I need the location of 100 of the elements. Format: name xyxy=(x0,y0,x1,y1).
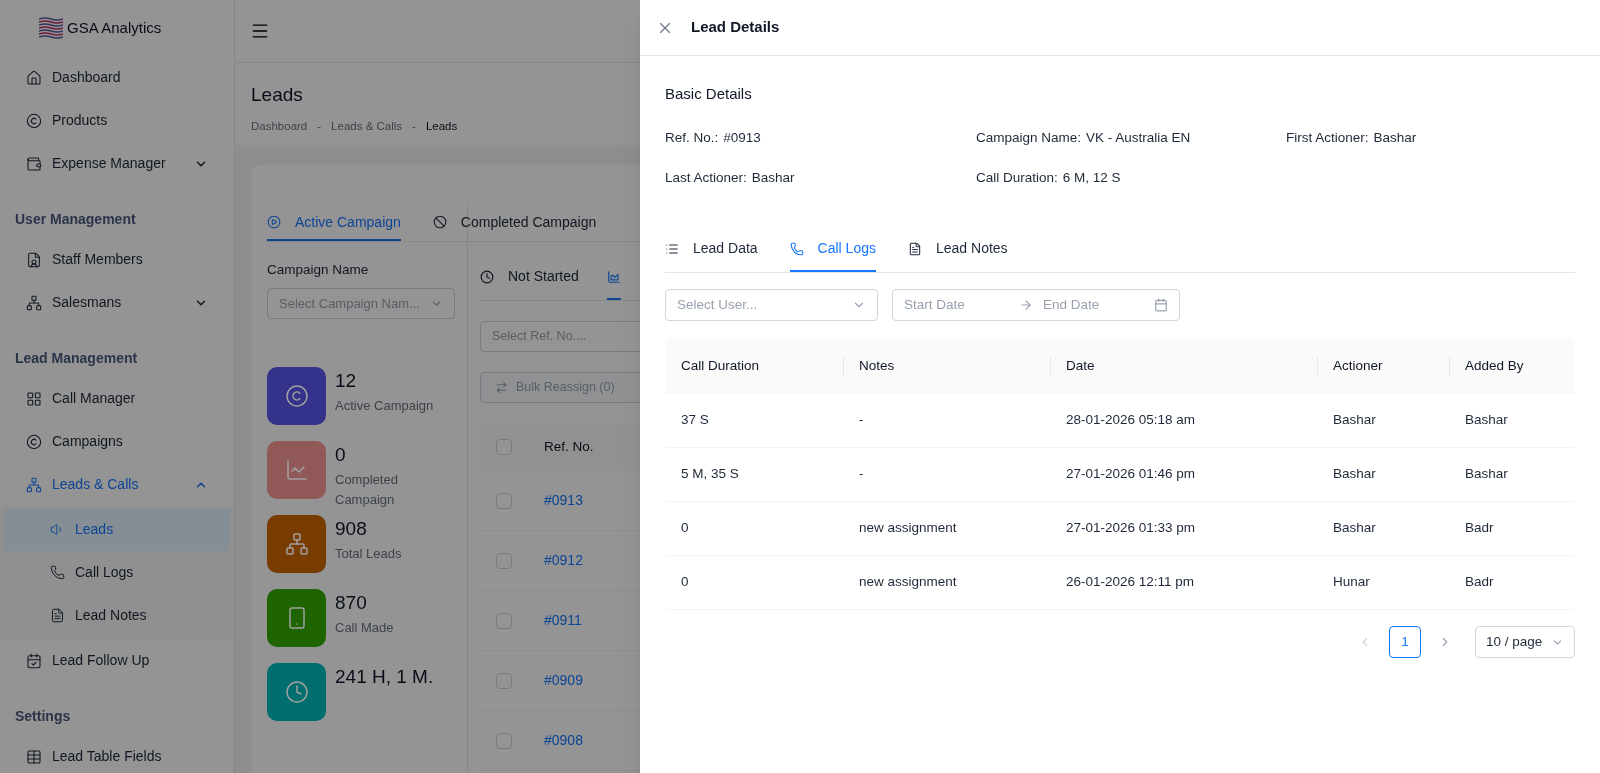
campaign-select[interactable]: Select Campaign Nam... xyxy=(267,288,455,320)
sidebar-item[interactable]: Lead Follow Up xyxy=(4,639,230,682)
stat-value: 0 xyxy=(335,443,347,468)
stat-label: Completed Campaign xyxy=(335,470,399,509)
sidebar-item[interactable]: Campaigns xyxy=(4,420,230,463)
submenu-icon xyxy=(50,608,65,623)
sidebar-item[interactable]: Staff Members xyxy=(4,238,230,281)
campaign-tab[interactable]: Active Campaign xyxy=(267,205,401,241)
column-header: Ref. No. xyxy=(544,437,594,456)
sidebar-item[interactable]: Expense Manager xyxy=(4,142,230,185)
swap-icon xyxy=(495,381,508,394)
table-cell: Bashar xyxy=(1333,520,1376,536)
detail-value: #0913 xyxy=(723,128,761,147)
list-icon xyxy=(665,241,679,256)
table-cell: Bashar xyxy=(1465,412,1508,428)
area-chart-icon xyxy=(606,269,621,284)
table-cell: new assignment xyxy=(859,574,957,590)
menu-item-icon xyxy=(26,748,42,765)
table-cell: - xyxy=(859,412,864,428)
menu-item-icon xyxy=(26,294,42,311)
drawer-tab[interactable]: Lead Data xyxy=(665,227,758,272)
sidebar-item[interactable]: Salesmans xyxy=(4,281,230,324)
play-circle-icon xyxy=(267,215,281,229)
page-button[interactable]: 1 xyxy=(1389,626,1421,658)
submenu-icon xyxy=(50,565,65,580)
user-select[interactable]: Select User... xyxy=(665,289,878,321)
section-title: Basic Details xyxy=(665,84,753,104)
stat-label: Call Made xyxy=(335,618,394,637)
row-checkbox[interactable] xyxy=(496,492,512,509)
breadcrumb-link[interactable]: Dashboard xyxy=(251,117,308,135)
menu-item-icon xyxy=(26,155,42,172)
brand-name: GSA Analytics xyxy=(67,17,162,38)
ref-link[interactable]: #0909 xyxy=(544,670,583,691)
drawer-tab[interactable]: Call Logs xyxy=(789,227,876,272)
menu-item-icon xyxy=(26,251,42,268)
menu-item-icon xyxy=(26,652,42,669)
ref-link[interactable]: #0911 xyxy=(544,610,582,631)
table-cell: 37 S xyxy=(681,412,709,428)
stat-value: 908 xyxy=(335,517,368,542)
submenu-item[interactable]: Lead Notes xyxy=(4,594,230,637)
table-cell: Bashar xyxy=(1333,412,1376,428)
table-cell: Bashar xyxy=(1333,466,1376,482)
submenu-item[interactable]: Call Logs xyxy=(4,551,230,594)
menu-item-icon xyxy=(26,390,42,407)
breadcrumb-link[interactable]: Leads & Calls xyxy=(331,117,403,135)
row-checkbox[interactable] xyxy=(496,672,512,689)
brand-logo-icon xyxy=(39,17,63,39)
field-label: Campaign Name xyxy=(267,261,370,279)
status-tab[interactable]: Not Started xyxy=(480,255,579,300)
stat-value: 870 xyxy=(335,591,368,616)
section-heading: Lead Management xyxy=(14,349,139,368)
phone-icon xyxy=(789,241,804,256)
table-cell: 27-01-2026 01:33 pm xyxy=(1066,520,1196,536)
row-checkbox[interactable] xyxy=(496,732,512,749)
column-header: Call Duration xyxy=(681,357,760,376)
drawer-tab[interactable]: Lead Notes xyxy=(908,227,1008,272)
submenu-item[interactable]: Leads xyxy=(4,508,230,551)
detail-value: Bashar xyxy=(751,168,795,187)
table-cell: Hunar xyxy=(1333,574,1370,590)
stat-icon xyxy=(284,384,309,409)
sidebar-item[interactable]: Leads & Calls xyxy=(4,463,230,506)
campaign-tab[interactable]: Completed Campaign xyxy=(432,205,597,241)
page-size-select[interactable]: 10 / page xyxy=(1475,626,1575,658)
table-cell: 0 xyxy=(681,574,689,590)
date-range-picker[interactable]: Start Date End Date xyxy=(892,289,1180,321)
stat-value: 12 xyxy=(335,369,358,394)
table-cell: 5 M, 35 S xyxy=(681,466,739,482)
ref-link[interactable]: #0908 xyxy=(544,730,583,751)
stat-icon xyxy=(284,532,309,557)
sidebar-item[interactable]: Products xyxy=(4,99,230,142)
breadcrumb-separator: - xyxy=(317,118,322,134)
stat-value: 241 H, 1 M. xyxy=(335,665,434,690)
drawer-title: Lead Details xyxy=(691,17,780,38)
detail-value: VK - Australia EN xyxy=(1086,128,1191,147)
ref-link[interactable]: #0913 xyxy=(544,490,583,511)
table-cell: - xyxy=(859,466,864,482)
detail-label: First Actioner: xyxy=(1286,128,1369,147)
table-cell: 28-01-2026 05:18 am xyxy=(1066,412,1196,428)
stat-label: Total Leads xyxy=(335,544,402,563)
table-cell: Badr xyxy=(1465,520,1494,536)
column-header: Date xyxy=(1066,357,1095,376)
column-header: Actioner xyxy=(1333,357,1383,376)
row-checkbox[interactable] xyxy=(496,552,512,569)
stat-icon xyxy=(284,458,309,483)
table-cell: new assignment xyxy=(859,520,957,536)
table-cell: 26-01-2026 12:11 pm xyxy=(1066,574,1195,590)
section-heading: User Management xyxy=(14,210,137,229)
sidebar-item[interactable]: Dashboard xyxy=(4,56,230,99)
sidebar-item[interactable]: Call Manager xyxy=(4,377,230,420)
ref-link[interactable]: #0912 xyxy=(544,550,583,571)
section-heading: Settings xyxy=(14,707,72,726)
table-cell: 0 xyxy=(681,520,689,536)
table-cell: Badr xyxy=(1465,574,1494,590)
document-icon xyxy=(908,241,922,256)
menu-item-icon xyxy=(26,112,42,129)
calendar-icon xyxy=(1154,298,1168,312)
row-checkbox[interactable] xyxy=(496,612,512,629)
checkbox[interactable] xyxy=(496,439,512,455)
sidebar-item[interactable]: Lead Table Fields xyxy=(4,735,230,773)
menu-item-icon xyxy=(26,476,42,493)
